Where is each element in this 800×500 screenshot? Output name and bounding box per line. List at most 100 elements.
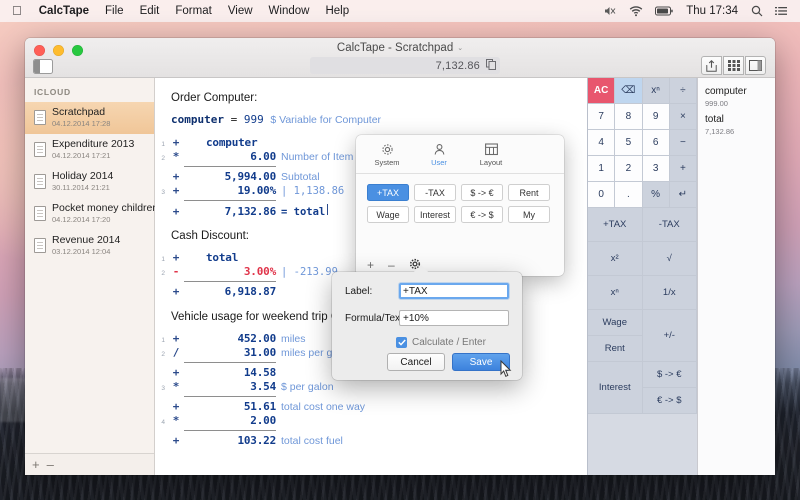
key-sqrt[interactable]: √ <box>643 242 698 276</box>
key-square[interactable]: x² <box>588 242 643 276</box>
menu-item-help[interactable]: Help <box>317 0 357 22</box>
popover-key-usd-to-eur[interactable]: $ -> € <box>461 184 503 201</box>
sidebar-item-revenue-2014[interactable]: Revenue 2014 03.12.2014 12:04 <box>25 230 154 262</box>
popover-key-my[interactable]: My <box>508 206 550 223</box>
result-display-value: 7,132.86 <box>436 60 480 72</box>
popover-key-plus-tax[interactable]: +TAX <box>367 184 409 201</box>
value: 51.61 <box>184 400 276 413</box>
key-6[interactable]: 6 <box>643 130 670 156</box>
key-decimal[interactable]: . <box>615 182 642 208</box>
menu-bar-clock[interactable]: Thu 17:34 <box>680 5 744 17</box>
key-enter[interactable]: ↵ <box>670 182 697 208</box>
popover-key-eur-to-usd[interactable]: € -> $ <box>461 206 503 223</box>
key-2[interactable]: 2 <box>615 156 642 182</box>
notification-center-icon[interactable] <box>770 5 792 17</box>
menu-item-format[interactable]: Format <box>167 0 219 22</box>
checkbox-checked-icon[interactable] <box>396 337 407 348</box>
battery-icon[interactable] <box>650 6 678 16</box>
sidebar-item-holiday-2014[interactable]: Holiday 2014 30.11.2014 21:21 <box>25 166 154 198</box>
menu-item-edit[interactable]: Edit <box>132 0 168 22</box>
value: 7,132.86 <box>184 205 276 218</box>
sidebar-item-scratchpad[interactable]: Scratchpad 04.12.2014 17:28 <box>25 102 154 134</box>
operator: * <box>168 150 184 163</box>
menu-bar-status-area: Thu 17:34 <box>599 5 794 17</box>
key-eur-to-usd[interactable]: € -> $ <box>643 388 698 414</box>
apple-logo-icon[interactable]:  <box>6 4 31 18</box>
key-5[interactable]: 5 <box>615 130 642 156</box>
popover-key-row: Wage Interest € -> $ My <box>367 206 553 223</box>
menu-item-file[interactable]: File <box>97 0 132 22</box>
comment: = total <box>276 206 325 218</box>
key-wage[interactable]: Wage <box>588 310 643 336</box>
variable-entry[interactable]: computer 999.00 <box>705 86 775 114</box>
key-plus-minus[interactable]: +/- <box>643 310 698 362</box>
sidebar-item-pocket-money-children[interactable]: Pocket money children 04.12.2014 17:20 <box>25 198 154 230</box>
popover-key-minus-tax[interactable]: -TAX <box>414 184 456 201</box>
share-icon[interactable] <box>701 56 722 75</box>
key-plus[interactable]: + <box>670 156 697 182</box>
key-8[interactable]: 8 <box>615 104 642 130</box>
cancel-button[interactable]: Cancel <box>387 353 445 371</box>
variable-entry[interactable]: total 7,132.86 <box>705 114 775 142</box>
checkbox-label: Calculate / Enter <box>412 337 486 348</box>
key-1[interactable]: 1 <box>588 156 615 182</box>
popover-key-rent[interactable]: Rent <box>508 184 550 201</box>
key-9[interactable]: 9 <box>643 104 670 130</box>
value: computer <box>184 136 276 149</box>
sidebar-item-expenditure-2013[interactable]: Expenditure 2013 04.12.2014 17:21 <box>25 134 154 166</box>
key-divide[interactable]: ÷ <box>670 78 697 104</box>
tab-user[interactable]: User <box>419 142 459 167</box>
key-0[interactable]: 0 <box>588 182 615 208</box>
operator: / <box>168 346 184 359</box>
key-minus-tax[interactable]: -TAX <box>643 208 698 242</box>
comment: Subtotal <box>276 171 320 183</box>
panel-icon[interactable] <box>745 56 766 75</box>
popover-add-button[interactable]: + <box>367 259 374 271</box>
key-all-clear[interactable]: AC <box>588 78 615 104</box>
chevron-down-icon[interactable]: ⌄ <box>457 44 463 52</box>
menu-item-view[interactable]: View <box>220 0 261 22</box>
add-document-button[interactable]: + <box>32 458 40 471</box>
tape-row[interactable]: + 103.22 total cost fuel <box>155 434 587 448</box>
popover-remove-button[interactable]: – <box>388 259 395 271</box>
formula-input[interactable]: +10% <box>399 310 509 326</box>
calculate-enter-checkbox-row[interactable]: Calculate / Enter <box>332 337 522 348</box>
calculator-keypad: AC ⌫ xⁿ ÷ 7 8 9 × 4 5 6 − 1 2 3 + 0 . % <box>587 78 697 475</box>
key-power-n[interactable]: xⁿ <box>643 78 670 104</box>
spotlight-search-icon[interactable] <box>746 5 768 17</box>
key-3[interactable]: 3 <box>643 156 670 182</box>
popover-key-wage[interactable]: Wage <box>367 206 409 223</box>
key-power[interactable]: xⁿ <box>588 276 643 310</box>
tab-layout[interactable]: Layout <box>471 142 511 167</box>
tab-system[interactable]: System <box>367 142 407 167</box>
line-number: 1 <box>155 141 168 148</box>
result-display-field[interactable]: 7,132.86 <box>310 57 500 74</box>
popover-key-interest[interactable]: Interest <box>414 206 456 223</box>
line-number: 2 <box>155 351 168 358</box>
key-4[interactable]: 4 <box>588 130 615 156</box>
key-usd-to-eur[interactable]: $ -> € <box>643 362 698 388</box>
key-plus-tax[interactable]: +TAX <box>588 208 643 242</box>
tape-row[interactable]: 4 * 2.00 <box>155 414 587 428</box>
wifi-icon[interactable] <box>624 5 648 17</box>
key-7[interactable]: 7 <box>588 104 615 130</box>
key-interest[interactable]: Interest <box>588 362 643 414</box>
remove-document-button[interactable]: – <box>47 458 54 471</box>
tape-row[interactable]: 3 * 3.54 $ per galon <box>155 380 587 394</box>
sidebar-toggle-icon[interactable] <box>33 59 53 74</box>
key-minus[interactable]: − <box>670 130 697 156</box>
grid-icon[interactable] <box>723 56 744 75</box>
volume-muted-icon[interactable] <box>599 5 622 17</box>
copy-icon[interactable] <box>486 57 496 75</box>
menu-item-calctape[interactable]: CalcTape <box>31 0 97 22</box>
key-rent[interactable]: Rent <box>588 336 643 362</box>
menu-bar:  CalcTape File Edit Format View Window … <box>0 0 800 22</box>
tape-row[interactable]: + 51.61 total cost one way <box>155 400 587 414</box>
variables-panel: computer 999.00 total 7,132.86 <box>697 78 775 475</box>
label-input[interactable]: +TAX <box>399 283 509 299</box>
menu-item-window[interactable]: Window <box>261 0 318 22</box>
key-percent[interactable]: % <box>643 182 670 208</box>
backspace-icon[interactable]: ⌫ <box>615 78 642 104</box>
key-reciprocal[interactable]: 1/x <box>643 276 698 310</box>
key-multiply[interactable]: × <box>670 104 697 130</box>
